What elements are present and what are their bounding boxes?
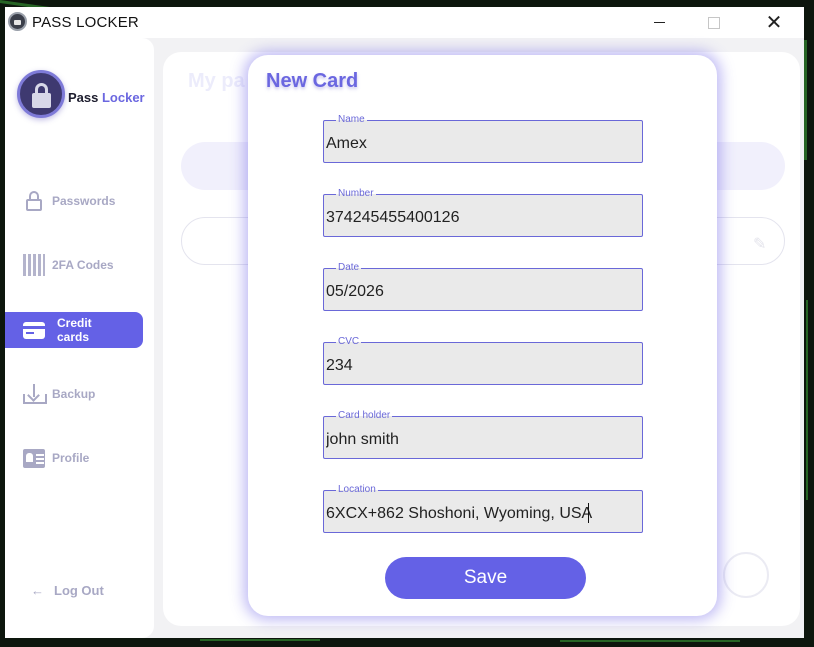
location-input[interactable] xyxy=(326,503,636,525)
sidebar: Pass Locker Passwords 2FA Codes Credit c… xyxy=(5,38,154,638)
brand-name: Pass Locker xyxy=(68,90,145,105)
number-field: Number xyxy=(323,188,643,237)
brand-name-part2: Locker xyxy=(101,90,145,105)
card-number-input[interactable] xyxy=(326,207,636,229)
dialog-title: New Card xyxy=(266,70,359,92)
background-streak xyxy=(806,300,808,500)
app-window: PASS LOCKER ✕ Pass Locker Passwords 2FA … xyxy=(5,7,804,638)
sidebar-item-2fa-codes[interactable]: 2FA Codes xyxy=(5,247,144,283)
cvc-field: CVC xyxy=(323,336,643,385)
text-cursor xyxy=(588,503,589,523)
title-bar: PASS LOCKER ✕ xyxy=(5,7,804,38)
field-label: CVC xyxy=(336,336,362,348)
field-label: Date xyxy=(336,262,362,274)
field-label: Card holder xyxy=(336,410,393,422)
logout-button[interactable]: ← Log Out xyxy=(31,583,104,598)
expiry-date-input[interactable] xyxy=(326,281,636,303)
arrow-left-icon: ← xyxy=(31,583,44,598)
close-button[interactable]: ✕ xyxy=(751,7,797,38)
field-label: Number xyxy=(336,188,376,200)
save-button[interactable]: Save xyxy=(385,557,586,599)
background-streak xyxy=(200,639,320,641)
sidebar-item-passwords[interactable]: Passwords xyxy=(5,183,144,219)
app-client-area: Pass Locker Passwords 2FA Codes Credit c… xyxy=(5,38,804,638)
card-holder-field: Card holder xyxy=(323,410,643,459)
sidebar-item-label: Backup xyxy=(52,387,96,401)
date-field: Date xyxy=(323,262,643,311)
logout-label: Log Out xyxy=(54,583,104,598)
pencil-icon: ✎ xyxy=(753,236,767,253)
location-field: Location xyxy=(323,484,643,533)
minimize-icon xyxy=(653,22,665,23)
qr-code-icon xyxy=(23,253,45,277)
brand-name-part1: Pass xyxy=(68,90,102,105)
field-label: Location xyxy=(336,484,378,496)
new-card-dialog: New Card Name Number Date CVC Card holde… xyxy=(248,55,717,616)
background-streak xyxy=(560,640,740,642)
name-field: Name xyxy=(323,114,643,163)
background-streak xyxy=(804,40,807,160)
minimize-button[interactable] xyxy=(636,7,682,38)
add-button xyxy=(723,552,769,598)
maximize-icon xyxy=(708,16,720,29)
sidebar-item-credit-cards[interactable]: Credit cards xyxy=(5,312,143,348)
sidebar-item-profile[interactable]: Profile xyxy=(5,440,144,476)
obscured-page-title: My pa xyxy=(188,70,245,92)
card-holder-input[interactable] xyxy=(326,429,636,451)
window-title: PASS LOCKER xyxy=(32,14,139,31)
field-label: Name xyxy=(336,114,367,126)
sidebar-item-label: 2FA Codes xyxy=(52,258,114,272)
close-icon: ✕ xyxy=(765,12,783,34)
name-input[interactable] xyxy=(326,133,636,155)
download-icon xyxy=(23,382,47,406)
sidebar-item-label: Credit cards xyxy=(57,316,92,344)
sidebar-item-label: Passwords xyxy=(52,194,116,208)
app-lock-icon xyxy=(8,12,27,31)
credit-card-icon xyxy=(23,318,47,342)
maximize-button[interactable] xyxy=(691,7,737,38)
id-card-icon xyxy=(23,446,45,470)
sidebar-item-backup[interactable]: Backup xyxy=(5,376,144,412)
cvc-input[interactable] xyxy=(326,355,636,377)
sidebar-item-label: Profile xyxy=(52,451,90,465)
pass-locker-logo xyxy=(17,70,65,118)
lock-icon xyxy=(23,189,45,213)
